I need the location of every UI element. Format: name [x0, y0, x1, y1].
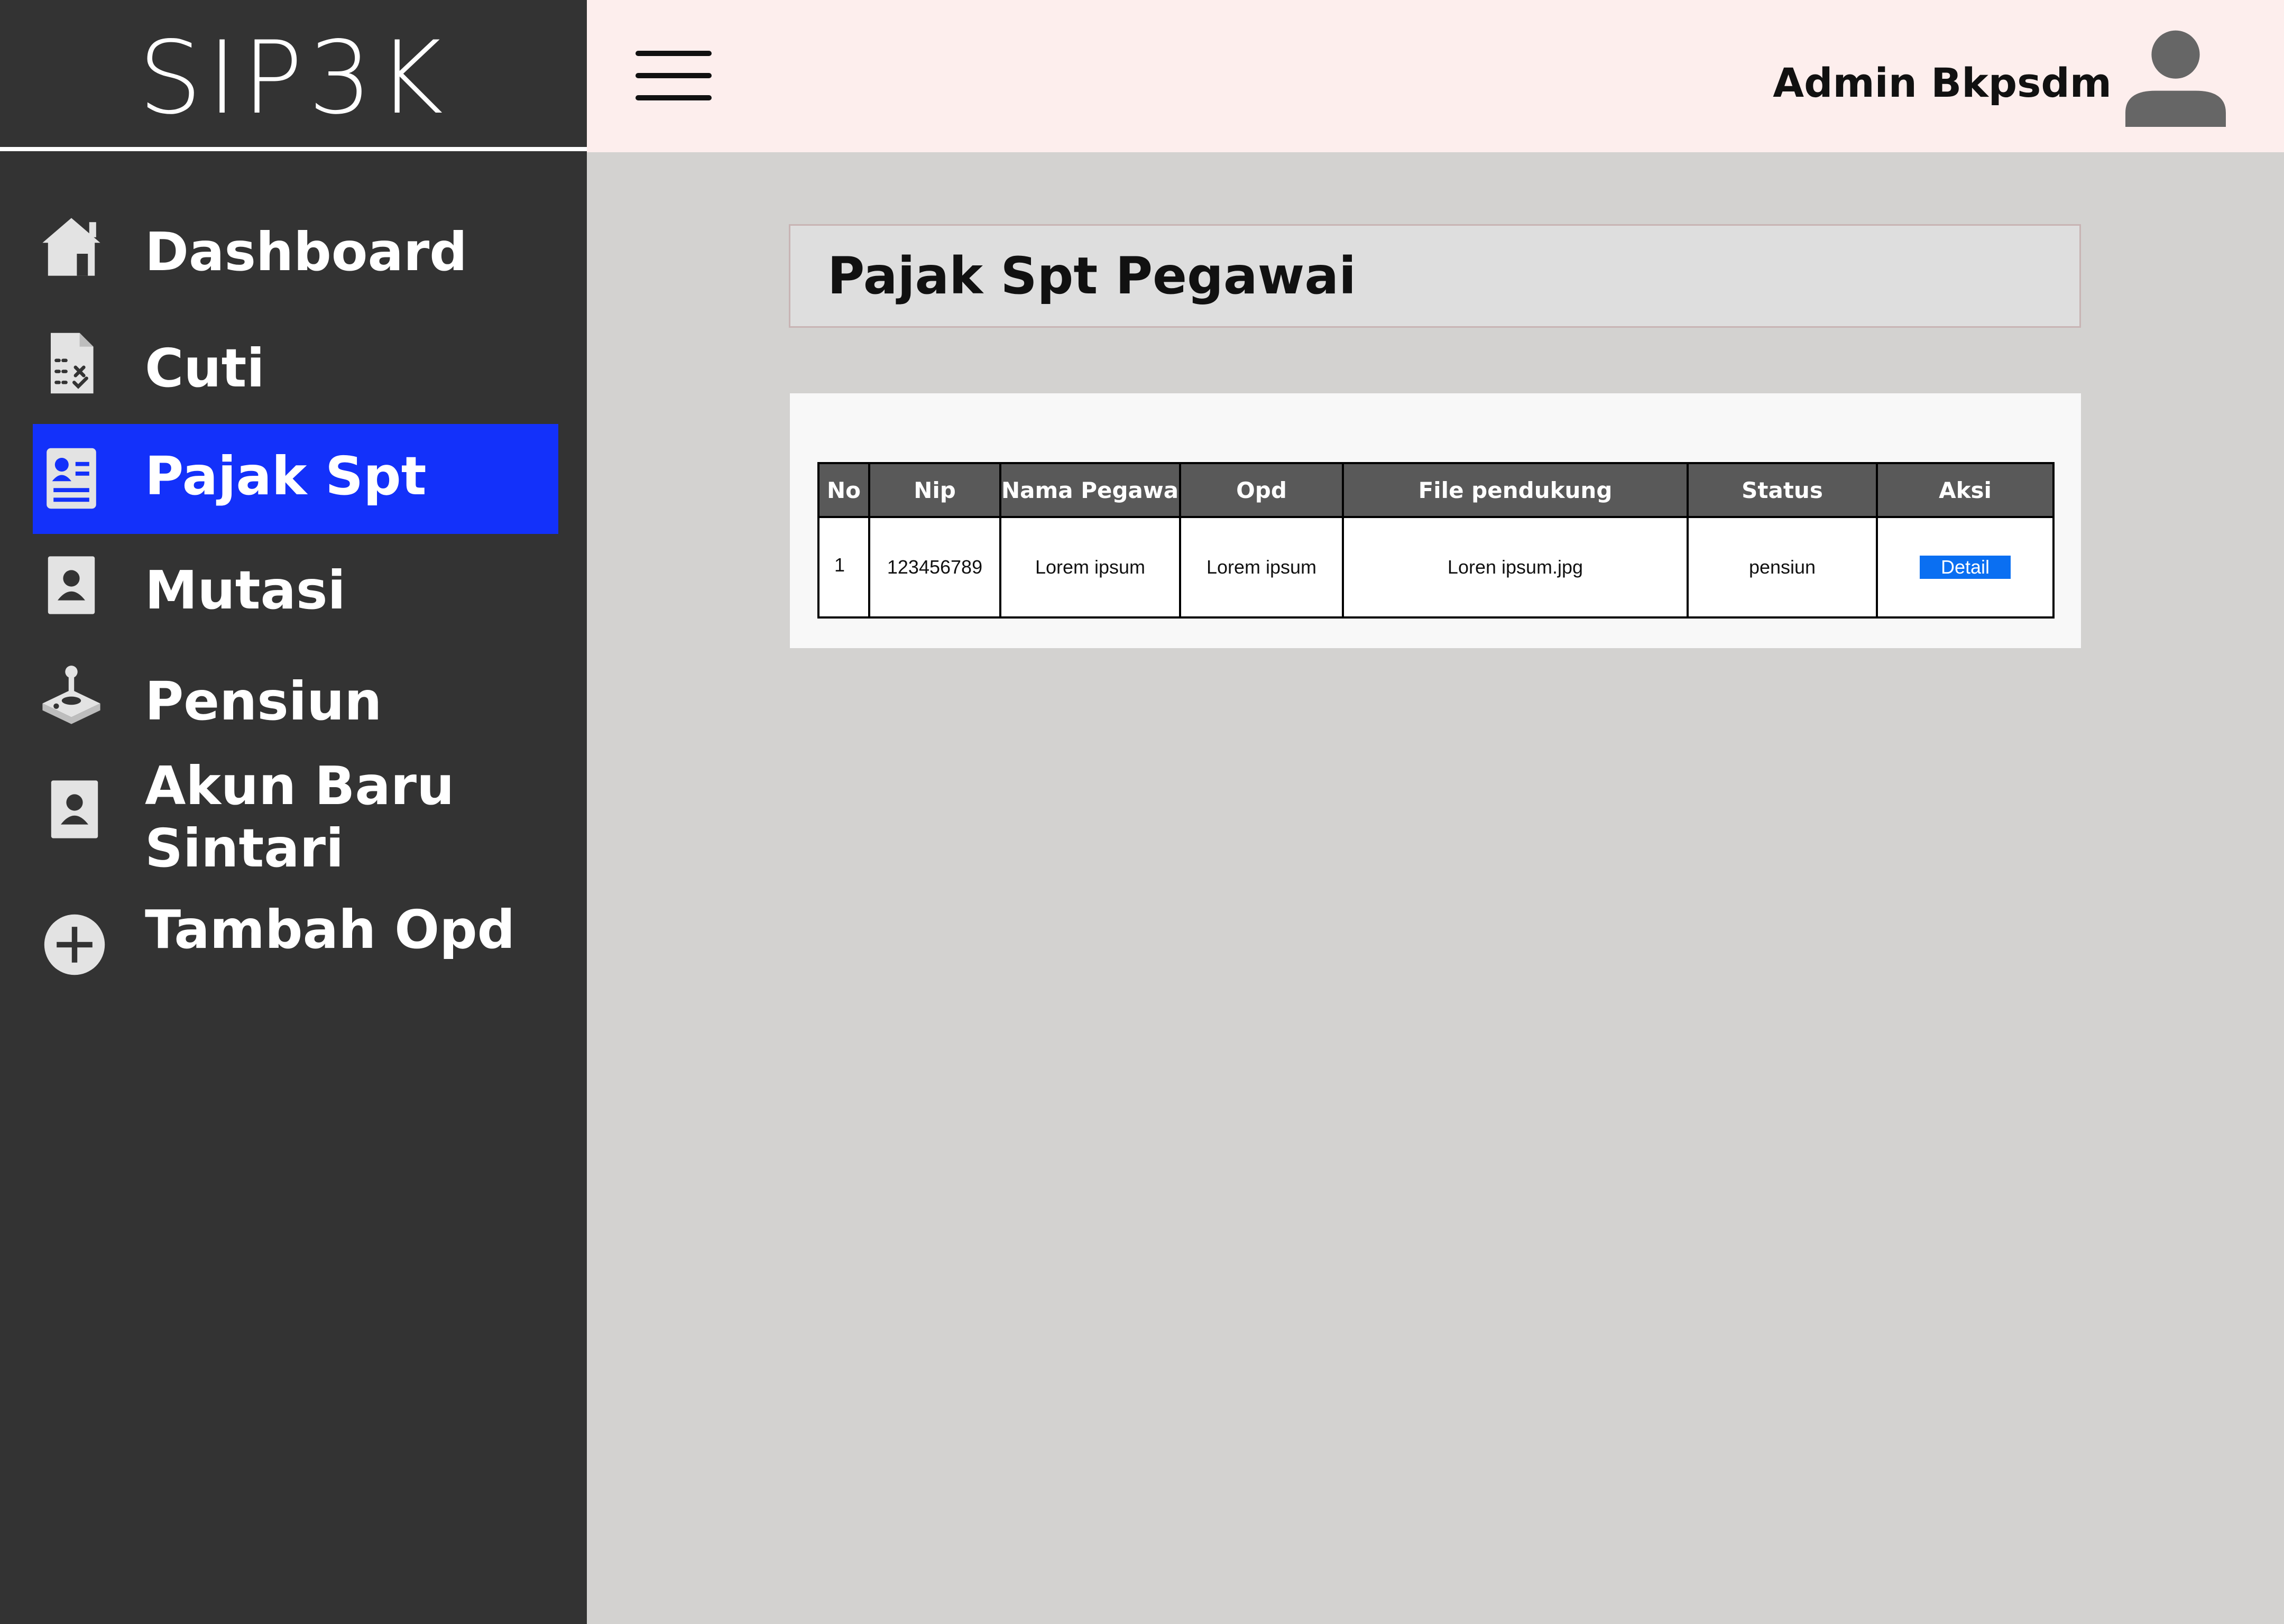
- home-icon: [37, 213, 106, 281]
- data-table: No Nip Nama Pegawai Opd File pendukung S…: [817, 462, 2055, 619]
- top-bar: Admin Bkpsdm: [587, 0, 2284, 152]
- column-header-nip: Nip: [868, 462, 1001, 518]
- cell-nip: 123456789: [868, 516, 1001, 619]
- detail-button[interactable]: Detail: [1920, 555, 2011, 579]
- user-avatar-icon[interactable]: [2125, 26, 2226, 127]
- plus-circle-icon: [40, 910, 109, 979]
- sidebar-item-label: Pajak Spt: [145, 445, 427, 507]
- app-title: SIP3K: [138, 20, 449, 136]
- column-header-status: Status: [1687, 462, 1878, 518]
- table-header-row: No Nip Nama Pegawai Opd File pendukung S…: [817, 462, 2055, 518]
- sidebar-item-tambah-opd[interactable]: Tambah Opd: [33, 899, 558, 978]
- sidebar-item-label: Tambah Opd: [145, 899, 515, 961]
- hamburger-icon[interactable]: [636, 51, 712, 102]
- joystick-icon: [37, 661, 106, 730]
- sidebar-item-pajak-spt[interactable]: Pajak Spt: [33, 424, 558, 534]
- sidebar-item-label-line2: Sintari: [145, 817, 344, 879]
- cell-aksi: Detail: [1876, 516, 2055, 619]
- table-row: 1 123456789 Lorem ipsum Lorem ipsum Lore…: [817, 516, 2055, 619]
- sidebar-item-label: Mutasi: [145, 559, 346, 621]
- page-title: Pajak Spt Pegawai: [827, 246, 1357, 306]
- brand-header: SIP3K: [0, 0, 587, 151]
- sidebar-item-pensiun[interactable]: Pensiun: [33, 661, 558, 740]
- user-card-icon: [37, 551, 106, 620]
- column-header-file-pendukung: File pendukung: [1342, 462, 1689, 518]
- sidebar-item-label: Pensiun: [145, 670, 382, 732]
- cell-nama-pegawai: Lorem ipsum: [999, 516, 1181, 619]
- sidebar: SIP3K Dashboard Cuti Pajak Spt Mutasi Pe…: [0, 0, 587, 1624]
- cell-no: 1: [817, 516, 870, 619]
- sidebar-item-label: Akun Baru: [145, 755, 455, 817]
- sidebar-item-cuti[interactable]: Cuti: [33, 328, 558, 407]
- page-title-box: Pajak Spt Pegawai: [789, 224, 2081, 328]
- cell-status: pensiun: [1687, 516, 1878, 619]
- cell-opd: Lorem ipsum: [1179, 516, 1344, 619]
- column-header-opd: Opd: [1179, 462, 1344, 518]
- user-card-icon: [40, 775, 109, 844]
- table-panel: No Nip Nama Pegawai Opd File pendukung S…: [790, 393, 2081, 648]
- column-header-no: No: [817, 462, 870, 518]
- cell-file-pendukung: Loren ipsum.jpg: [1342, 516, 1689, 619]
- profile-card-icon: [37, 444, 106, 513]
- cell-no-text: 1: [834, 554, 845, 576]
- sidebar-item-mutasi[interactable]: Mutasi: [33, 550, 558, 629]
- column-header-nama-pegawai: Nama Pegawai: [999, 462, 1181, 518]
- sidebar-item-akun-baru-sintari[interactable]: Akun Baru Sintari: [33, 753, 558, 880]
- sidebar-item-label: Dashboard: [145, 221, 467, 283]
- sidebar-item-dashboard[interactable]: Dashboard: [33, 211, 558, 291]
- sidebar-item-label: Cuti: [145, 337, 265, 399]
- user-name: Admin Bkpsdm: [1773, 59, 2112, 106]
- column-header-aksi: Aksi: [1876, 462, 2055, 518]
- checklist-document-icon: [37, 329, 106, 398]
